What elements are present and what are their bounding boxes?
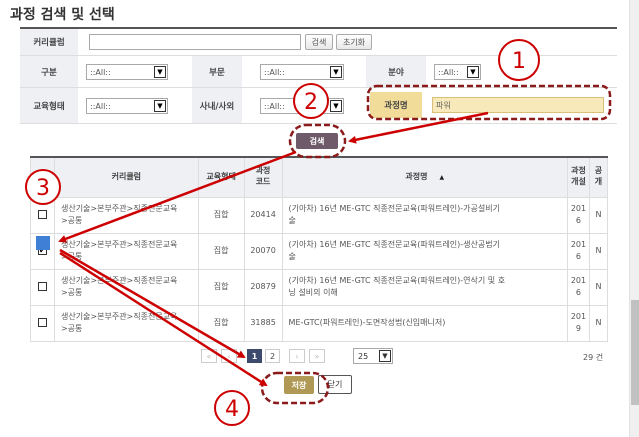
table-row[interactable]: 생산기술>본부주관>직종전문교육 >공통 집합 20070 (기아차) 16년 …	[30, 232, 609, 270]
chevron-down-icon: ▼	[154, 66, 166, 78]
row-course-name[interactable]: (기아차) 16년 ME-GTC 직종전문교육(파워트레인)-연삭기 및 호 닝…	[281, 268, 568, 306]
chevron-down-icon: ▼	[330, 66, 342, 78]
header-opening: 과정 개설	[566, 156, 590, 198]
row-code: 20414	[243, 196, 283, 234]
scrollbar-thumb[interactable]	[631, 300, 639, 405]
reset-button[interactable]: 초기화	[336, 34, 372, 50]
department-select[interactable]: ::All:: ▼	[260, 64, 344, 80]
category-select-value: ::All::	[90, 67, 111, 77]
course-name-label: 과정명	[370, 92, 422, 118]
field-select-value: ::All::	[438, 67, 459, 77]
row-opening: 201 6	[566, 196, 590, 234]
row-edu-type: 집합	[197, 232, 245, 270]
header-code: 과정 코드	[243, 156, 283, 198]
total-count: 29 건	[583, 353, 604, 362]
row-curriculum: 생산기술>본부주관>직종전문교육 >공통	[53, 196, 199, 234]
row-checkbox[interactable]	[37, 282, 47, 292]
department-select-value: ::All::	[264, 67, 285, 77]
header-public: 공 개	[588, 156, 609, 198]
row-public: N	[588, 232, 609, 270]
row-edu-type: 집합	[197, 196, 245, 234]
row-checkbox[interactable]	[37, 318, 47, 328]
row-code: 31885	[243, 304, 283, 342]
chevron-down-icon: ▼	[379, 350, 391, 362]
marker-4	[214, 390, 250, 426]
row-course-name[interactable]: (기아차) 16년 ME-GTC 직종전문교육(파워트레인)-가공설비기 술	[281, 196, 568, 234]
row-edu-type: 집합	[197, 268, 245, 306]
row-public: N	[588, 268, 609, 306]
field-select[interactable]: ::All:: ▼	[434, 64, 481, 80]
prev-page-button[interactable]: ‹	[221, 349, 237, 363]
row-checkbox-cell	[30, 196, 55, 234]
vertical-scrollbar[interactable]	[629, 0, 639, 437]
form-row-edu-type: 교육형태 ::All:: ▼ 사내/사외 ::All:: ▼ 과정명 파워	[20, 88, 617, 124]
chevron-down-icon: ▼	[467, 66, 479, 78]
chevron-down-icon: ▼	[154, 100, 166, 112]
inout-select[interactable]: ::All:: ▼	[260, 98, 344, 114]
edu-type-label: 교육형태	[20, 88, 78, 123]
row-public: N	[588, 196, 609, 234]
page-title: 과정 검색 및 선택	[10, 7, 115, 23]
row-public: N	[588, 304, 609, 342]
row-curriculum: 생산기술>본부주관>직종전문교육 >공통	[53, 304, 199, 342]
page-1-button[interactable]: 1	[247, 349, 262, 363]
page-size-value: 25	[358, 351, 369, 361]
chevron-down-icon: ▼	[330, 100, 342, 112]
next-page-button[interactable]: ›	[289, 349, 305, 363]
row-checkbox-cell	[30, 232, 55, 270]
sort-asc-icon[interactable]: ▲	[440, 174, 445, 181]
row-opening: 201 9	[566, 304, 590, 342]
category-label: 구분	[20, 56, 78, 87]
row-curriculum: 생산기술>본부주관>직종전문교육 >공통	[53, 232, 199, 270]
results-table: 커리큘럼 교육형태 과정 코드 과정명 ▲ 과정 개설 공 개 생산기술>본부주관…	[30, 156, 609, 342]
row-code: 20879	[243, 268, 283, 306]
curriculum-input[interactable]	[89, 34, 301, 50]
inout-select-value: ::All::	[264, 101, 285, 111]
save-button[interactable]: 저장	[284, 376, 314, 394]
header-check	[30, 156, 55, 198]
row-opening: 201 6	[566, 232, 590, 270]
row-curriculum: 생산기술>본부주관>직종전문교육 >공통	[53, 268, 199, 306]
form-row-curriculum: 커리큘럼 검색 초기화	[20, 29, 617, 56]
table-row[interactable]: 생산기술>본부주관>직종전문교육 >공통 집합 31885 ME-GTC(파워트…	[30, 304, 609, 342]
header-course-name[interactable]: 과정명 ▲	[281, 156, 568, 198]
category-select[interactable]: ::All:: ▼	[86, 64, 168, 80]
inout-label: 사내/사외	[192, 88, 242, 123]
department-label: 부문	[192, 56, 242, 87]
row-course-name[interactable]: ME-GTC(파워트레인)-도면작성법(신입매니저)	[281, 304, 568, 342]
marker-4-label: 4	[225, 397, 239, 422]
form-row-category: 구분 ::All:: ▼ 부문 ::All:: ▼ 분야 ::All:: ▼	[20, 56, 617, 88]
edu-type-select[interactable]: ::All:: ▼	[86, 98, 168, 114]
row-checkbox-cell	[30, 268, 55, 306]
table-header-row: 커리큘럼 교육형태 과정 코드 과정명 ▲ 과정 개설 공 개	[30, 156, 609, 198]
row-opening: 201 6	[566, 268, 590, 306]
header-course-name-label: 과정명	[405, 171, 428, 181]
header-curriculum: 커리큘럼	[53, 156, 199, 198]
curriculum-search-button[interactable]: 검색	[305, 34, 333, 50]
close-button[interactable]: 닫기	[318, 375, 352, 394]
course-name-input[interactable]: 파워	[432, 97, 604, 113]
row-checkbox[interactable]	[37, 245, 47, 257]
search-button[interactable]: 검색	[296, 133, 338, 149]
field-label: 분야	[366, 56, 426, 87]
page-2-button[interactable]: 2	[265, 349, 280, 363]
header-edu-type: 교육형태	[197, 156, 245, 198]
first-page-button[interactable]: «	[201, 349, 217, 363]
edu-type-select-value: ::All::	[90, 101, 111, 111]
last-page-button[interactable]: »	[309, 349, 325, 363]
page-size-select[interactable]: 25 ▼	[353, 348, 393, 364]
row-code: 20070	[243, 232, 283, 270]
row-checkbox-cell	[30, 304, 55, 342]
row-course-name[interactable]: (기아차) 16년 ME-GTC 직종전문교육(파워트레인)-생산공법기 술	[281, 232, 568, 270]
table-row[interactable]: 생산기술>본부주관>직종전문교육 >공통 집합 20879 (기아차) 16년 …	[30, 268, 609, 306]
row-checkbox[interactable]	[37, 210, 47, 220]
curriculum-label: 커리큘럼	[20, 29, 78, 55]
table-row[interactable]: 생산기술>본부주관>직종전문교육 >공통 집합 20414 (기아차) 16년 …	[30, 196, 609, 234]
row-edu-type: 집합	[197, 304, 245, 342]
search-form: 커리큘럼 검색 초기화 구분 ::All:: ▼ 부문 ::All:: ▼ 분야…	[20, 27, 617, 124]
